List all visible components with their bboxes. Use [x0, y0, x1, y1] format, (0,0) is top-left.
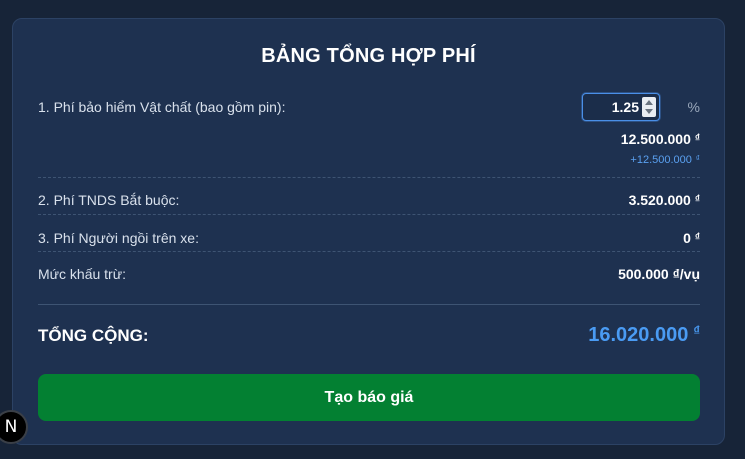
row-tnds-amount: 3.520.000 ₫: [629, 192, 700, 208]
total-row: TỔNG CỘNG: 16.020.000 ₫: [38, 322, 700, 350]
rate-unit: %: [687, 99, 700, 115]
spin-down-icon[interactable]: [645, 109, 653, 114]
row-khau-tru-unit: ₫/vụ: [672, 266, 700, 282]
rate-input[interactable]: [589, 94, 639, 120]
row-nguoi-ngoi-label: 3. Phí Người ngồi trên xe:: [38, 230, 199, 246]
row-khau-tru: Mức khấu trừ: 500.000 ₫/vụ: [38, 265, 700, 285]
divider: [38, 251, 700, 252]
row-khau-tru-value: 500.000: [618, 266, 669, 282]
total-label: TỔNG CỘNG:: [38, 326, 149, 345]
divider: [38, 177, 700, 178]
currency-symbol: ₫: [694, 133, 700, 144]
currency-symbol: ₫: [695, 154, 700, 163]
currency-symbol: ₫: [693, 323, 700, 338]
row-nguoi-ngoi-value: 0: [683, 230, 691, 246]
rate-spinner[interactable]: [642, 97, 656, 117]
card-title: BẢNG TỔNG HỢP PHÍ: [261, 45, 476, 67]
row-vat-chat-value: 12.500.000: [620, 131, 691, 147]
total-amount: 16.020.000 ₫: [588, 323, 700, 347]
row-vat-chat-label: 1. Phí bảo hiểm Vật chất (bao gồm pin):: [38, 99, 286, 115]
row-nguoi-ngoi-amount: 0 ₫: [683, 230, 700, 246]
row-tnds: 2. Phí TNDS Bắt buộc: 3.520.000 ₫: [38, 191, 700, 211]
create-quote-button[interactable]: Tạo báo giá: [38, 374, 700, 421]
total-value: 16.020.000: [588, 324, 689, 346]
row-khau-tru-label: Mức khấu trừ:: [38, 266, 126, 282]
row-vat-chat: 1. Phí bảo hiểm Vật chất (bao gồm pin): …: [38, 93, 700, 172]
row-vat-chat-sub-value: +12.500.000: [630, 154, 692, 166]
row-khau-tru-amount: 500.000 ₫/vụ: [618, 266, 700, 282]
spin-up-icon[interactable]: [645, 100, 653, 105]
row-nguoi-ngoi: 3. Phí Người ngồi trên xe: 0 ₫: [38, 229, 700, 249]
currency-symbol: ₫: [694, 232, 700, 243]
row-tnds-label: 2. Phí TNDS Bắt buộc:: [38, 192, 180, 208]
fee-summary-card: BẢNG TỔNG HỢP PHÍ 1. Phí bảo hiểm Vật ch…: [12, 18, 725, 445]
currency-symbol: ₫: [694, 194, 700, 205]
row-vat-chat-sub-amount: +12.500.000 ₫: [630, 154, 700, 166]
divider: [38, 304, 700, 305]
row-tnds-value: 3.520.000: [628, 192, 691, 208]
divider: [38, 214, 700, 215]
rate-field[interactable]: [582, 93, 660, 121]
row-vat-chat-amount: 12.500.000 ₫: [621, 131, 700, 147]
